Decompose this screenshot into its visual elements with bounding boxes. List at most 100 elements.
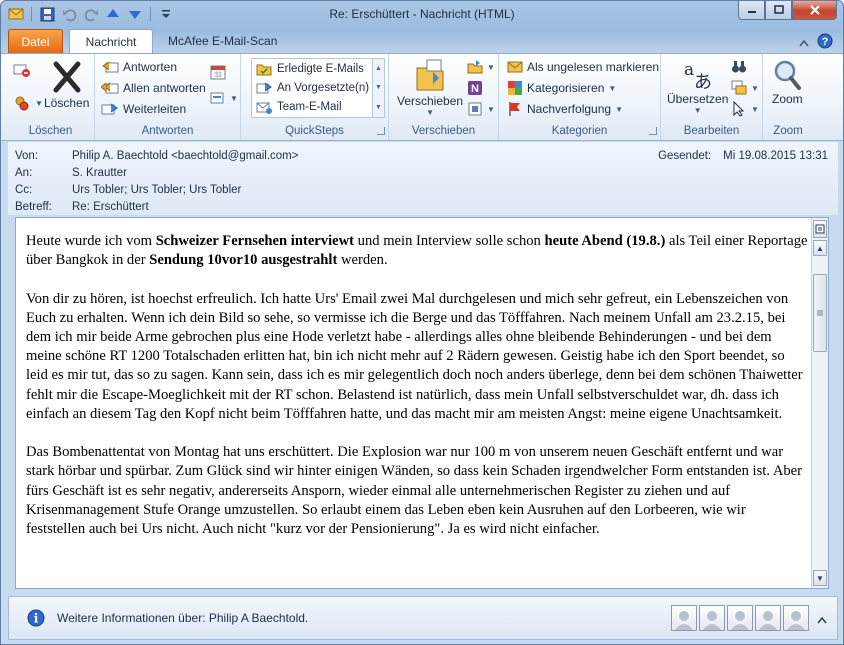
tab-mcafee-email-scan[interactable]: McAfee E-Mail-Scan <box>158 29 287 53</box>
svg-text:i: i <box>34 612 39 626</box>
message-text: Heute wurde ich vom Schweizer Fernsehen … <box>26 232 808 558</box>
svg-text:a: a <box>684 60 694 80</box>
actions-icon <box>468 102 482 116</box>
forward-icon <box>101 103 118 115</box>
forward-button[interactable]: Weiterleiten <box>101 101 186 117</box>
rules-icon <box>467 60 483 74</box>
ribbon-tabs: Datei Nachricht McAfee E-Mail-Scan ? <box>1 29 843 53</box>
body-bold-run: Sendung 10vor10 ausgestrahlt <box>149 252 338 269</box>
scroll-thumb[interactable] <box>813 274 827 352</box>
followup-label: Nachverfolgung <box>527 102 612 116</box>
body-vertical-scrollbar[interactable]: ▲ ▼ <box>811 218 828 588</box>
quickstep-label: Team-E-Mail <box>277 100 342 113</box>
view-options-icon[interactable] <box>813 220 827 238</box>
body-paragraph-1: Heute wurde ich vom Schweizer Fernsehen … <box>26 232 808 270</box>
dropdown-arrow-icon: ▼ <box>693 106 702 115</box>
avatar[interactable] <box>699 605 725 631</box>
collapse-ribbon-icon[interactable] <box>799 36 809 50</box>
expand-people-pane-icon[interactable] <box>817 613 827 627</box>
dropdown-arrow-icon: ▼ <box>608 83 617 93</box>
body-paragraph-3: Das Bombenattentat von Montag hat uns er… <box>26 444 802 538</box>
to-value[interactable]: S. Krautter <box>72 167 127 184</box>
scroll-up-button[interactable]: ▲ <box>813 240 827 256</box>
cleanup-button[interactable]: ▼ <box>13 94 43 112</box>
select-button[interactable]: ▼ <box>731 101 759 117</box>
cc-label: Cc: <box>15 184 33 196</box>
more-respond-button[interactable]: ▼ <box>210 90 238 106</box>
cursor-arrow-icon <box>733 101 745 117</box>
reply-all-button[interactable]: Allen antworten <box>101 80 206 96</box>
maximize-button[interactable] <box>765 1 792 20</box>
avatar[interactable] <box>755 605 781 631</box>
related-messages-icon <box>731 80 747 95</box>
related-button[interactable]: ▼ <box>731 80 759 96</box>
header-sent: Gesendet: Mi 19.08.2015 13:31 <box>658 150 828 162</box>
tab-datei[interactable]: Datei <box>8 29 63 53</box>
group-label-loeschen: Löschen <box>28 125 73 137</box>
body-text-run: Heute wurde ich vom <box>26 233 156 249</box>
info-icon: i <box>27 609 45 630</box>
dropdown-arrow-icon: ▼ <box>426 108 434 117</box>
rules-button[interactable]: ▼ <box>467 59 495 75</box>
group-zoom: Zoom Zoom <box>763 54 813 140</box>
people-pane-text[interactable]: Weitere Informationen über: Philip A Bae… <box>57 611 308 625</box>
group-label-verschieben: Verschieben <box>411 125 476 137</box>
quickstep-item-team-email[interactable]: Team-E-Mail <box>252 97 384 116</box>
scroll-down-icon[interactable]: ▼ <box>375 84 382 91</box>
from-value[interactable]: Philip A. Baechtold <baechtold@gmail.com… <box>72 150 298 167</box>
window-controls <box>738 1 837 20</box>
onenote-icon: N <box>468 81 482 95</box>
actions-button[interactable]: ▼ <box>467 101 495 117</box>
move-button[interactable]: Verschieben ▼ <box>397 58 463 117</box>
body-text-run: und mein Interview solle schon <box>354 233 545 249</box>
forward-envelope-icon <box>256 82 272 93</box>
minimize-button[interactable] <box>738 1 765 20</box>
onenote-button[interactable]: N <box>467 80 483 96</box>
move-label: Verschieben <box>397 94 464 108</box>
scroll-down-button[interactable]: ▼ <box>813 570 827 586</box>
delete-button[interactable]: Löschen <box>44 60 89 110</box>
ignore-button[interactable] <box>13 62 31 78</box>
mark-unread-button[interactable]: Als ungelesen markieren <box>507 59 659 75</box>
categorize-button[interactable]: Kategorisieren ▼ <box>507 80 616 96</box>
quickstep-item-erledigte-emails[interactable]: Erledigte E-Mails <box>252 59 384 78</box>
header-subject-row: Betreff: Re: Erschüttert <box>15 201 149 218</box>
quickstep-item-an-vorgesetzte[interactable]: An Vorgesetzte(n) <box>252 78 384 97</box>
window-title: Re: Erschüttert - Nachricht (HTML) <box>329 7 515 21</box>
dropdown-arrow-icon: ▼ <box>615 104 623 114</box>
tab-nachricht[interactable]: Nachricht <box>69 29 153 53</box>
reply-button[interactable]: Antworten <box>101 59 177 75</box>
quickstep-label: Erledigte E-Mails <box>277 62 364 75</box>
flag-icon <box>509 102 520 116</box>
body-text-run: werden. <box>337 252 388 269</box>
header-to-row: An: S. Krautter <box>15 167 127 184</box>
close-button[interactable] <box>792 1 837 20</box>
zoom-button[interactable]: Zoom <box>772 58 803 106</box>
message-body[interactable]: Heute wurde ich vom Schweizer Fernsehen … <box>15 217 829 589</box>
cleanup-icon <box>15 96 29 111</box>
body-bold-run: Schweizer Fernsehen interviewt <box>155 233 354 249</box>
zoom-label: Zoom <box>772 92 803 106</box>
group-bearbeiten: aあ Übersetzen ▼ ▼ ▼ Bearbeiten <box>661 54 763 140</box>
header-cc-row: Cc: Urs Tobler; Urs Tobler; Urs Tobler <box>15 184 241 201</box>
dropdown-arrow-icon: ▼ <box>751 104 759 114</box>
subject-value: Re: Erschüttert <box>72 201 149 213</box>
avatar[interactable] <box>727 605 753 631</box>
move-folder-icon <box>416 59 444 91</box>
group-antworten: Antworten Allen antworten Weiterleiten ▼… <box>95 54 241 140</box>
from-label: Von: <box>15 150 39 162</box>
scroll-up-icon[interactable]: ▲ <box>375 65 382 72</box>
help-icon[interactable]: ? <box>817 33 833 52</box>
meeting-reply-button[interactable] <box>210 64 226 80</box>
folder-check-icon <box>256 64 272 75</box>
avatar[interactable] <box>671 605 697 631</box>
cc-value[interactable]: Urs Tobler; Urs Tobler; Urs Tobler <box>72 184 241 201</box>
to-label: An: <box>15 167 33 179</box>
avatar[interactable] <box>783 605 809 631</box>
quicksteps-scroll[interactable]: ▲ ▼ ▼ <box>372 59 384 117</box>
find-button[interactable] <box>731 59 747 75</box>
translate-button[interactable]: aあ Übersetzen ▼ <box>667 58 728 115</box>
expand-gallery-icon[interactable]: ▼ <box>375 104 382 111</box>
title-bar: Re: Erschüttert - Nachricht (HTML) <box>1 1 843 29</box>
followup-button[interactable]: Nachverfolgung ▼ <box>507 101 623 117</box>
